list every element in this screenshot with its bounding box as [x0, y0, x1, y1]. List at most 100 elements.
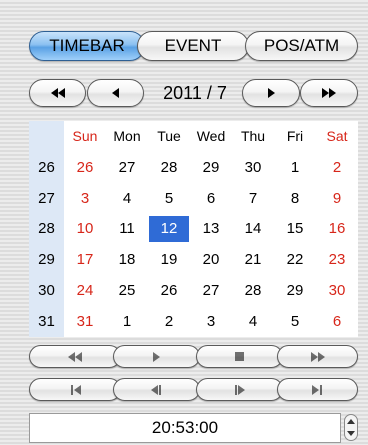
calendar-day-label: 28 — [160, 158, 178, 176]
calendar-day[interactable]: 4 — [106, 183, 148, 214]
calendar-day[interactable]: 2 — [316, 152, 358, 183]
right-arrow-icon — [267, 88, 275, 98]
skip-to-start-button[interactable] — [29, 378, 121, 401]
calendar-day[interactable]: 7 — [232, 183, 274, 214]
stepper-up-icon[interactable] — [347, 418, 355, 424]
calendar-day-label: 11 — [119, 220, 135, 238]
calendar-day-label: 3 — [206, 313, 216, 331]
calendar-day[interactable]: 16 — [316, 214, 358, 245]
weekday-header: Tue — [157, 128, 181, 145]
calendar-day[interactable]: 24 — [64, 275, 106, 306]
calendar-day-label: 23 — [328, 251, 346, 269]
calendar-day-label: 25 — [118, 282, 136, 300]
calendar-day[interactable]: 30 — [316, 275, 358, 306]
double-right-arrow-icon — [322, 88, 336, 98]
weekday-header: Sun — [72, 128, 98, 145]
calendar-day[interactable]: 30 — [232, 152, 274, 183]
tab-pos-atm[interactable]: POS/ATM — [245, 31, 358, 61]
skip-to-end-icon — [312, 384, 323, 395]
calendar-day[interactable]: 11 — [106, 214, 148, 245]
calendar-day[interactable]: 25 — [106, 275, 148, 306]
calendar-day[interactable]: 15 — [274, 214, 316, 245]
tab-event-label: EVENT — [164, 36, 222, 55]
calendar-day[interactable]: 3 — [64, 183, 106, 214]
calendar-day-label: 12 — [160, 220, 178, 238]
calendar-day-label: 21 — [244, 251, 262, 269]
calendar-day[interactable]: 17 — [64, 244, 106, 275]
calendar-day[interactable]: 10 — [64, 214, 106, 245]
step-back-icon — [151, 384, 162, 395]
calendar-day[interactable]: 26 — [148, 275, 190, 306]
calendar-day-label: 19 — [160, 251, 178, 269]
weekday-header: Thu — [240, 128, 266, 145]
calendar-day-label: 1 — [122, 313, 132, 331]
stepper-down-icon[interactable] — [347, 431, 355, 437]
calendar-day[interactable]: 2 — [148, 306, 190, 337]
calendar-day-label: 16 — [328, 220, 346, 238]
calendar-day[interactable]: 28 — [148, 152, 190, 183]
step-forward-icon — [234, 384, 245, 395]
calendar-day-label: 5 — [290, 313, 300, 331]
time-stepper[interactable] — [344, 414, 358, 441]
skip-to-start-icon — [70, 384, 81, 395]
step-forward-button[interactable] — [196, 378, 283, 401]
calendar-day[interactable]: 27 — [190, 275, 232, 306]
calendar-day[interactable]: 20 — [190, 244, 232, 275]
calendar-day-label: 6 — [206, 189, 216, 207]
prev-year-button[interactable] — [29, 79, 86, 107]
play-button[interactable] — [113, 345, 200, 368]
calendar-day[interactable]: 5 — [274, 306, 316, 337]
weekday-header: Mon — [113, 128, 141, 145]
calendar-day-label: 27 — [118, 158, 136, 176]
calendar-day[interactable]: 9 — [316, 183, 358, 214]
calendar-day[interactable]: 29 — [274, 275, 316, 306]
calendar-day[interactable]: 18 — [106, 244, 148, 275]
calendar-day[interactable]: 22 — [274, 244, 316, 275]
calendar-day-label: 10 — [76, 220, 94, 238]
fast-forward-button[interactable] — [277, 345, 358, 368]
tab-timebar[interactable]: TIMEBAR — [29, 31, 145, 61]
calendar-day[interactable]: 23 — [316, 244, 358, 275]
calendar-day[interactable]: 13 — [190, 214, 232, 245]
calendar-day[interactable]: 26 — [64, 152, 106, 183]
calendar-day-label: 28 — [244, 282, 262, 300]
calendar-day[interactable]: 8 — [274, 183, 316, 214]
week-number: 31 — [38, 313, 55, 331]
calendar-day[interactable]: 29 — [190, 152, 232, 183]
calendar-day[interactable]: 19 — [148, 244, 190, 275]
step-back-button[interactable] — [113, 378, 200, 401]
calendar-day[interactable]: 6 — [316, 306, 358, 337]
week-number: 27 — [38, 189, 55, 207]
calendar-day[interactable]: 14 — [232, 214, 274, 245]
next-year-button[interactable] — [300, 79, 358, 107]
calendar-day[interactable]: 27 — [106, 152, 148, 183]
month-label: 2011 / 7 — [163, 82, 227, 103]
double-left-arrow-icon — [50, 88, 65, 98]
tab-pos-atm-label: POS/ATM — [263, 36, 340, 55]
next-month-button[interactable] — [242, 79, 300, 107]
tab-event[interactable]: EVENT — [137, 31, 249, 61]
calendar-day-label: 20 — [202, 251, 220, 269]
calendar-day[interactable]: 1 — [274, 152, 316, 183]
calendar-day-selected[interactable]: 12 — [148, 214, 190, 245]
calendar-day-label: 4 — [122, 189, 132, 207]
calendar-day[interactable]: 6 — [190, 183, 232, 214]
calendar-day-label: 26 — [160, 282, 178, 300]
rewind-button[interactable] — [29, 345, 121, 368]
prev-month-button[interactable] — [87, 79, 144, 107]
calendar-grid: Sun Mon Tue Wed Thu Fri Sat 26 26 27 28 29 30… — [29, 121, 358, 337]
calendar-day[interactable]: 21 — [232, 244, 274, 275]
calendar-day[interactable]: 1 — [106, 306, 148, 337]
stop-button[interactable] — [196, 345, 283, 368]
calendar-day-label: 7 — [248, 189, 258, 207]
weekday-header: Fri — [286, 128, 304, 145]
calendar-day[interactable]: 5 — [148, 183, 190, 214]
calendar-day[interactable]: 4 — [232, 306, 274, 337]
calendar-day-label: 6 — [332, 313, 342, 331]
skip-to-end-button[interactable] — [277, 378, 358, 401]
calendar-day[interactable]: 3 — [190, 306, 232, 337]
calendar-day[interactable]: 28 — [232, 275, 274, 306]
time-field[interactable]: 20:53:00 — [29, 413, 341, 443]
calendar-day[interactable]: 31 — [64, 306, 106, 337]
calendar-day-label: 15 — [286, 220, 304, 238]
